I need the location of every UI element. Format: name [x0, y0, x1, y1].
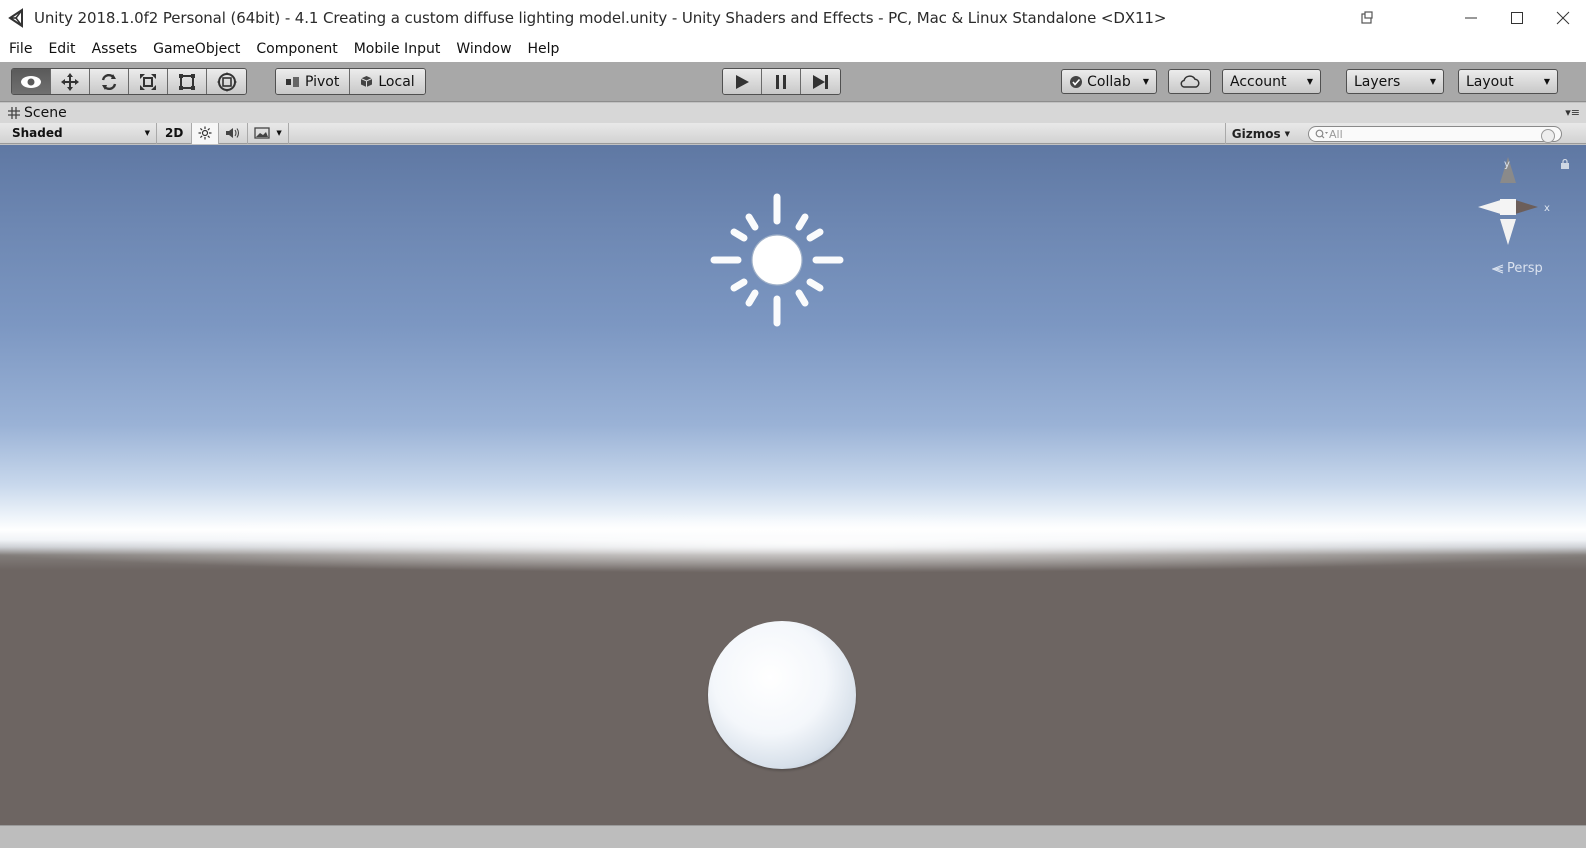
- pause-button[interactable]: [762, 69, 801, 94]
- scene-grid-icon: [8, 107, 20, 119]
- layout-label: Layout: [1466, 73, 1514, 90]
- scene-toolbar: Shaded ▼ 2D ▼ Gizmos ▼ All: [0, 122, 1586, 144]
- speaker-icon: [226, 128, 240, 138]
- unity-logo-icon: [8, 8, 23, 28]
- shading-mode-label: Shaded: [12, 126, 63, 140]
- status-bar: [0, 825, 1586, 848]
- pivot-toggles: Pivot Local: [275, 68, 426, 95]
- minimize-button[interactable]: [1448, 0, 1494, 36]
- layers-label: Layers: [1354, 73, 1401, 90]
- playback-controls: [722, 68, 841, 95]
- tab-scene[interactable]: Scene: [0, 105, 67, 121]
- account-dropdown[interactable]: Account ▼: [1222, 69, 1321, 94]
- sphere-object[interactable]: [708, 621, 856, 769]
- scene-search-input[interactable]: All: [1308, 126, 1562, 143]
- menu-component[interactable]: Component: [249, 41, 346, 57]
- move-tool-button[interactable]: [51, 69, 90, 94]
- move-arrows-icon: [61, 72, 79, 91]
- step-button[interactable]: [801, 69, 840, 94]
- projection-toggle[interactable]: Persp: [1492, 261, 1543, 276]
- local-label: Local: [378, 73, 415, 90]
- search-cancel-icon[interactable]: [1541, 129, 1555, 143]
- transform-tool-button[interactable]: [207, 69, 246, 94]
- layout-caret-icon: ▼: [1543, 77, 1550, 86]
- gizmos-label: Gizmos: [1231, 126, 1281, 141]
- lock-icon[interactable]: [1560, 159, 1570, 169]
- search-icon: [1315, 129, 1328, 139]
- cloud-button[interactable]: [1168, 69, 1211, 94]
- menu-gameobject[interactable]: GameObject: [146, 41, 249, 57]
- collab-check-icon: [1070, 75, 1082, 88]
- maximize-button[interactable]: [1494, 0, 1540, 36]
- pivot-button[interactable]: Pivot: [276, 69, 351, 94]
- shading-caret-icon: ▼: [144, 129, 150, 137]
- transform-tools: [11, 68, 247, 95]
- tab-menu-icon[interactable]: ▾≡: [1565, 106, 1580, 119]
- eye-icon: [21, 75, 41, 88]
- transform-combined-icon: [216, 71, 237, 92]
- scale-icon: [140, 73, 156, 90]
- pivot-label: Pivot: [305, 73, 340, 90]
- lighting-toggle-button[interactable]: [192, 122, 220, 144]
- menu-assets[interactable]: Assets: [85, 41, 147, 57]
- step-icon: [812, 74, 828, 89]
- play-icon: [736, 74, 749, 89]
- orientation-gizmo-icon[interactable]: y x: [1478, 157, 1578, 277]
- search-placeholder: All: [1329, 127, 1343, 141]
- layers-caret-icon: ▼: [1429, 77, 1436, 86]
- account-caret-icon: ▼: [1306, 77, 1313, 86]
- projection-label: Persp: [1507, 261, 1543, 276]
- menu-window[interactable]: Window: [449, 41, 520, 57]
- pivot-icon: [286, 76, 299, 87]
- collab-caret-icon: ▼: [1142, 77, 1149, 86]
- rotate-tool-button[interactable]: [90, 69, 129, 94]
- directional-light-icon[interactable]: [710, 193, 844, 327]
- window-title: Unity 2018.1.0f2 Personal (64bit) - 4.1 …: [34, 9, 1167, 27]
- menu-edit[interactable]: Edit: [41, 41, 84, 57]
- main-toolbar: Pivot Local Collab ▼ Account ▼ Layers ▼ …: [0, 62, 1586, 102]
- local-button[interactable]: Local: [350, 69, 425, 94]
- menu-bar: File Edit Assets GameObject Component Mo…: [0, 36, 1586, 62]
- local-cube-icon: [361, 76, 373, 87]
- account-label: Account: [1230, 73, 1287, 90]
- image-effects-icon: [254, 127, 270, 139]
- pause-icon: [776, 74, 786, 89]
- scene-tab-header: Scene ▾≡: [0, 103, 1586, 123]
- menu-help[interactable]: Help: [521, 41, 569, 57]
- cloud-icon: [1180, 74, 1200, 88]
- menu-file[interactable]: File: [2, 41, 41, 57]
- menu-mobile-input[interactable]: Mobile Input: [347, 41, 450, 57]
- toggle-2d-button[interactable]: 2D: [157, 122, 193, 144]
- layout-dropdown[interactable]: Layout ▼: [1458, 69, 1558, 94]
- collab-label: Collab: [1087, 73, 1131, 90]
- rect-transform-icon: [179, 73, 195, 90]
- collab-dropdown[interactable]: Collab ▼: [1061, 69, 1157, 94]
- toggle-2d-label: 2D: [165, 126, 184, 140]
- app-restore-icon[interactable]: [1344, 0, 1390, 36]
- close-button[interactable]: [1540, 0, 1586, 36]
- audio-toggle-button[interactable]: [219, 122, 249, 144]
- scale-tool-button[interactable]: [129, 69, 168, 94]
- horizon-glow: [0, 513, 1586, 573]
- gizmo-y-label: y: [1504, 159, 1510, 170]
- scene-viewport[interactable]: y x Persp: [0, 145, 1586, 825]
- perspective-icon: [1492, 263, 1504, 274]
- window-controls: [1344, 0, 1586, 36]
- gizmos-dropdown[interactable]: Gizmos ▼: [1224, 123, 1296, 144]
- title-bar: Unity 2018.1.0f2 Personal (64bit) - 4.1 …: [0, 0, 1586, 36]
- shading-mode-dropdown[interactable]: Shaded ▼: [0, 122, 157, 144]
- light-icon: [198, 126, 212, 140]
- gizmo-x-label: x: [1544, 203, 1550, 214]
- play-button[interactable]: [723, 69, 762, 94]
- view-tool-button[interactable]: [12, 69, 51, 94]
- rect-tool-button[interactable]: [168, 69, 207, 94]
- rotate-icon: [101, 73, 117, 90]
- gizmos-caret-icon: ▼: [1284, 129, 1290, 138]
- layers-dropdown[interactable]: Layers ▼: [1346, 69, 1444, 94]
- effects-caret-icon: ▼: [276, 129, 282, 137]
- scene-tab-label: Scene: [24, 105, 67, 121]
- effects-dropdown[interactable]: ▼: [248, 122, 289, 144]
